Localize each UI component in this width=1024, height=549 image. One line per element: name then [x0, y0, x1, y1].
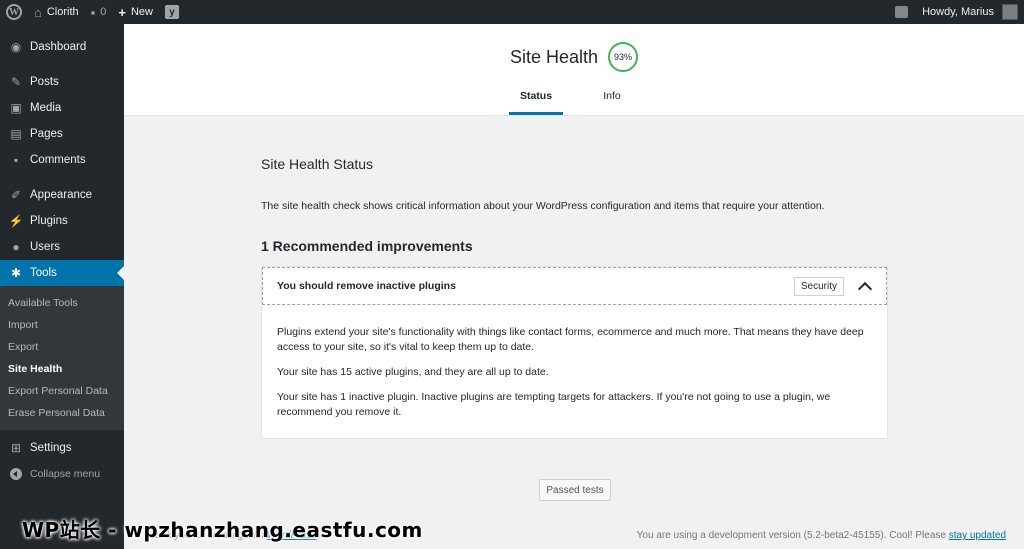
issue-paragraph: Your site has 15 active plugins, and the…	[277, 366, 549, 378]
sidebar-item-posts[interactable]: ✎ Posts	[0, 69, 124, 95]
sidebar-item-pages[interactable]: ▤ Pages	[0, 121, 124, 147]
admin-bar: W ⌂ Clorith ▪ 0 + New y Howdy, Marius	[0, 0, 1024, 24]
notification-icon[interactable]	[895, 6, 909, 18]
pin-icon: ✎	[10, 75, 22, 89]
submenu-erase-personal-data[interactable]: Erase Personal Data	[0, 402, 124, 424]
submenu-import[interactable]: Import	[0, 314, 124, 336]
tools-submenu: Available Tools Import Export Site Healt…	[0, 286, 124, 430]
brush-icon: ✐	[10, 188, 22, 202]
site-health-header: Site Health 93% Status Info	[124, 24, 1024, 116]
wrench-icon: ✱	[10, 266, 22, 280]
wordpress-logo-button[interactable]: W	[0, 0, 28, 24]
issue-accordion: You should remove inactive plugins Secur…	[261, 266, 888, 439]
watermark: WP站长 - wpzhanzhang.eastfu.com	[22, 518, 423, 542]
sidebar-item-media[interactable]: ▣ Media	[0, 95, 124, 121]
user-icon: ●	[12, 240, 20, 254]
issue-title: You should remove inactive plugins	[277, 280, 456, 292]
wordpress-icon: W	[6, 4, 22, 20]
yoast-button[interactable]: y	[159, 0, 185, 24]
passed-tests-button[interactable]: Passed tests	[539, 479, 611, 501]
plugin-icon: ⚡	[8, 214, 24, 228]
site-name-link[interactable]: ⌂ Clorith	[28, 0, 85, 24]
tab-info[interactable]: Info	[585, 90, 639, 115]
new-content-button[interactable]: + New	[112, 0, 159, 24]
submenu-available-tools[interactable]: Available Tools	[0, 292, 124, 314]
issue-paragraph: Plugins extend your site's functionality…	[277, 326, 864, 353]
section-heading: Site Health Status	[261, 156, 374, 172]
comments-link[interactable]: ▪ 0	[85, 0, 113, 24]
plus-icon: +	[118, 4, 126, 20]
comment-icon: ▪	[13, 153, 19, 167]
pages-icon: ▤	[10, 127, 22, 141]
section-description: The site health check shows critical inf…	[261, 200, 825, 212]
avatar[interactable]	[1002, 4, 1018, 20]
security-badge: Security	[793, 276, 844, 296]
comment-icon: ▪	[90, 4, 96, 20]
settings-icon: ⊞	[10, 441, 22, 455]
page-title: Site Health	[509, 46, 599, 67]
sidebar-item-plugins[interactable]: ⚡ Plugins	[0, 208, 124, 234]
media-icon: ▣	[10, 101, 22, 115]
health-score-badge: 93%	[608, 42, 639, 72]
improvements-heading: 1 Recommended improvements	[261, 238, 473, 254]
sidebar-item-tools[interactable]: ✱ Tools	[0, 260, 124, 286]
footer-version: You are using a development version (5.2…	[636, 530, 1006, 541]
home-icon: ⌂	[34, 4, 42, 20]
yoast-icon: y	[165, 5, 179, 19]
sidebar-item-dashboard[interactable]: ◉ Dashboard	[0, 34, 124, 60]
accordion-body: Plugins extend your site's functionality…	[262, 305, 887, 438]
accordion-toggle[interactable]: You should remove inactive plugins Secur…	[262, 267, 887, 305]
stay-updated-link[interactable]: stay updated	[949, 530, 1006, 541]
sidebar-item-appearance[interactable]: ✐ Appearance	[0, 182, 124, 208]
chevron-up-icon	[857, 281, 873, 296]
user-greeting[interactable]: Howdy, Marius	[922, 6, 994, 18]
sidebar-item-settings[interactable]: ⊞ Settings	[0, 435, 124, 461]
sidebar-item-comments[interactable]: ▪ Comments	[0, 147, 124, 173]
submenu-export[interactable]: Export	[0, 336, 124, 358]
dashboard-icon: ◉	[10, 40, 22, 54]
collapse-icon	[10, 468, 22, 480]
issue-paragraph: Your site has 1 inactive plugin. Inactiv…	[277, 391, 831, 418]
sidebar-item-users[interactable]: ● Users	[0, 234, 124, 260]
collapse-menu-button[interactable]: Collapse menu	[0, 461, 124, 487]
submenu-export-personal-data[interactable]: Export Personal Data	[0, 380, 124, 402]
admin-sidebar: ◉ Dashboard ✎ Posts ▣ Media ▤ Pages ▪ Comment…	[0, 24, 124, 549]
submenu-site-health[interactable]: Site Health	[0, 358, 124, 380]
header-tabs: Status Info	[124, 90, 1024, 115]
tab-status[interactable]: Status	[509, 90, 563, 115]
